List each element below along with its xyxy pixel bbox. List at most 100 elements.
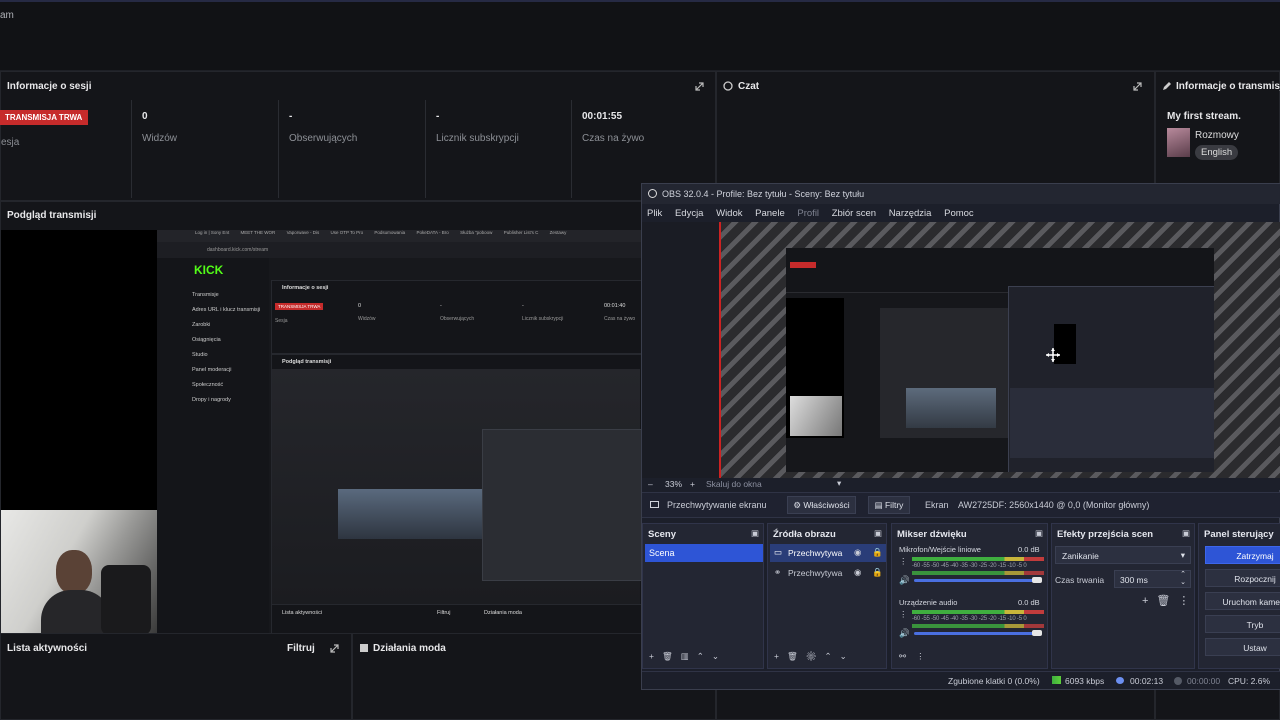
lock-icon[interactable]: 🔒 (872, 567, 883, 578)
scene-actions[interactable]: +🗑▥⌃⌄ (649, 651, 727, 662)
volume-icon[interactable]: 🔊 (899, 575, 910, 586)
move-cursor-icon (1046, 348, 1060, 362)
dock-menu-icon[interactable]: ▣ (1035, 528, 1043, 539)
virtual-camera-button[interactable]: Uruchom kamerę (1205, 592, 1280, 610)
more-icon[interactable]: ⋮ (899, 609, 908, 620)
menu-scene-collection[interactable]: Zbiór scen (832, 208, 876, 219)
expand-icon[interactable] (1132, 81, 1143, 92)
properties-button[interactable]: ⚙ Właściwości (787, 496, 856, 514)
stream-status-icon (1116, 677, 1124, 684)
inner-session-panel: Informacje o sesji TRANSMISJA TRWA Sesja… (271, 280, 641, 354)
slider-knob[interactable] (1032, 630, 1042, 636)
duration-label: Czas trwania (1055, 575, 1105, 585)
menu-edit[interactable]: Edycja (675, 208, 704, 219)
filter-button[interactable]: Filtruj (287, 643, 315, 654)
obs-title-bar: OBS 32.0.4 - Profile: Bez tytułu - Sceny… (642, 184, 1280, 204)
top-cut-text: am (0, 10, 14, 21)
kick-logo: KICK (194, 263, 224, 277)
nav-item: Transmisje (192, 292, 219, 298)
category-thumbnail (1167, 128, 1190, 157)
source-actions[interactable]: +🗑⚙⌃⌄ (774, 651, 855, 662)
menu-view[interactable]: Widok (716, 208, 742, 219)
subs-value: - (436, 111, 440, 122)
chat-icon (723, 81, 733, 91)
captured-browser: Log in | Sony Ent MEET THE WOR Vaporwave… (157, 230, 641, 634)
volume-slider[interactable] (914, 579, 1039, 582)
scene-item[interactable]: Scena (645, 544, 763, 562)
controls-dock: Panel sterujący Zatrzymaj Rozpocznij Uru… (1198, 523, 1280, 669)
menu-tools[interactable]: Narzędzia (889, 208, 932, 219)
url-text: dashboard.kick.com/stream (207, 247, 269, 253)
start-recording-button[interactable]: Rozpocznij (1205, 569, 1280, 587)
meter-scale: -60 -55 -50 -45 -40 -35 -30 -25 -20 -15 … (912, 563, 1027, 569)
scenes-dock: Sceny ▣ Scena +🗑▥⌃⌄ (642, 523, 764, 669)
source-item[interactable]: ⚭ Przechwytywa ◉ 🔒 (770, 564, 886, 582)
transition-select[interactable]: Zanikanie ▾ (1055, 546, 1191, 564)
chevron-down-icon: ▾ (1180, 550, 1185, 560)
source-item[interactable]: ▭ Przechwytywa ◉ 🔒 (770, 544, 886, 562)
dock-menu-icon[interactable]: ▣ (1182, 528, 1190, 539)
nav-item: Adres URL i klucz transmisji (192, 307, 261, 313)
cpu-usage: CPU: 2.6% (1228, 676, 1271, 686)
divider (425, 100, 426, 198)
more-icon[interactable]: ⋮ (899, 556, 908, 567)
nav-item: Studio (192, 352, 208, 358)
webcam-feed (1, 510, 157, 634)
stop-streaming-button[interactable]: Zatrzymaj (1205, 546, 1280, 564)
volume-slider[interactable] (914, 632, 1039, 635)
stream-time: 00:02:13 (1130, 676, 1164, 686)
selected-source-name: Przechwytywanie ekranu (667, 500, 767, 510)
category-label: Rozmowy (1195, 130, 1239, 141)
dropped-frames: Zgubione klatki 0 (0.0%) (948, 676, 1040, 686)
preview-video[interactable]: Log in | Sony Ent MEET THE WOR Vaporwave… (1, 230, 641, 634)
audio-meter (912, 624, 1044, 628)
session-sub-label: esja (1, 137, 20, 148)
menu-profile[interactable]: Profil (797, 208, 819, 219)
obs-logo-icon (648, 189, 657, 198)
mixer-actions[interactable]: ⚯⋮ (899, 651, 935, 662)
language-tag: English (1195, 145, 1239, 160)
expand-icon[interactable] (329, 643, 340, 654)
obs-window[interactable]: OBS 32.0.4 - Profile: Bez tytułu - Sceny… (641, 183, 1280, 690)
divider (571, 100, 572, 198)
divider (278, 100, 279, 198)
zoom-mode[interactable]: Skaluj do okna (706, 479, 762, 489)
chevron-down-icon[interactable]: ▾ (837, 478, 841, 489)
monitor-icon (650, 501, 659, 508)
canvas-edge (719, 222, 721, 478)
record-status-icon (1174, 677, 1182, 685)
duration-input[interactable]: 300 ms ⌃ ⌄ (1114, 570, 1191, 588)
zoom-level: 33% (665, 479, 683, 489)
transition-actions[interactable]: +🗑⋮ (1142, 594, 1197, 607)
controls-title: Panel sterujący (1204, 529, 1274, 540)
source-toolbar: Przechwytywanie ekranu ⚙ Właściwości ▤ F… (642, 492, 1280, 518)
eye-icon[interactable]: ◉ (854, 567, 861, 578)
nav-item: Dropy i nagrody (192, 397, 231, 403)
session-info-panel: Informacje o sesji TRANSMISJA TRWA esja … (0, 71, 716, 201)
studio-mode-button[interactable]: Tryb (1205, 615, 1280, 633)
dock-menu-icon[interactable]: ▣ (751, 528, 759, 539)
menu-help[interactable]: Pomoc (944, 208, 974, 219)
settings-button[interactable]: Ustaw (1205, 638, 1280, 656)
slider-knob[interactable] (1032, 577, 1042, 583)
menu-file[interactable]: Plik (647, 208, 662, 219)
menu-docks[interactable]: Panele (755, 208, 785, 219)
expand-icon[interactable] (694, 81, 705, 92)
eye-icon[interactable]: ◉ (854, 547, 861, 558)
obs-preview-area[interactable] (642, 222, 1280, 478)
mixer-channel-name: Urządzenie audio (899, 598, 958, 607)
filters-button[interactable]: ▤ Filtry (868, 496, 910, 514)
activity-panel: Lista aktywności Filtruj (0, 633, 352, 720)
zoom-minus-icon[interactable]: – (648, 479, 653, 489)
zoom-plus-icon[interactable]: + (690, 479, 695, 489)
screen-select[interactable]: AW2725DF: 2560x1440 @ 0,0 (Monitor główn… (958, 500, 1149, 510)
audio-meter (912, 557, 1044, 561)
monitor-icon: ▭ (774, 547, 783, 557)
stream-preview-panel: Podgląd transmisji Log in | Sony Ent MEE… (0, 201, 716, 634)
dock-menu-icon[interactable]: ▣ (874, 528, 882, 539)
lock-icon[interactable]: 🔒 (872, 547, 883, 558)
stream-preview-title: Podgląd transmisji (7, 210, 97, 221)
screen-label: Ekran (925, 500, 949, 510)
record-time: 00:00:00 (1187, 676, 1221, 686)
volume-icon[interactable]: 🔊 (899, 628, 910, 639)
